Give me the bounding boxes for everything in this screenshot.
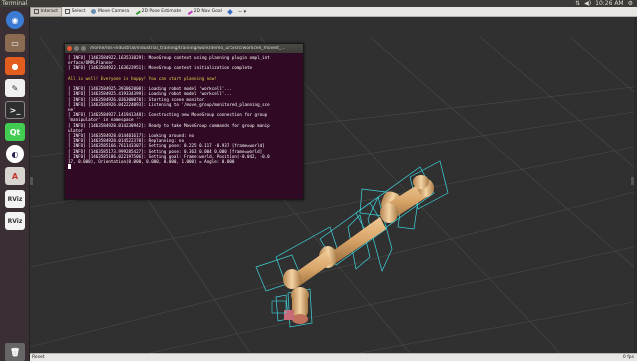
qt-creator-icon[interactable]: Qt [5,123,25,141]
trash-icon[interactable]: 🗑 [5,343,25,361]
terminal-cursor [68,164,71,170]
interact-tool[interactable]: Interact [30,6,63,17]
more-tools-button[interactable]: − ▾ [235,7,249,17]
select-label: Select [71,9,86,14]
pose-estimate-tool[interactable]: 2D Pose Estimate [132,7,184,17]
rviz-icon[interactable]: RViz [5,212,25,230]
terminal-window[interactable]: /home/ros-industrial/industrial_training… [64,43,304,200]
move-camera-icon [91,9,97,14]
terminal-output[interactable]: [ INFO] [1463584922.163531029]: MoveGrou… [68,55,302,199]
minimize-icon[interactable] [74,46,79,51]
reset-button[interactable]: Reset [32,355,45,360]
publish-point-icon [227,8,233,15]
more-tools-icon: − ▾ [237,8,247,15]
pose-estimate-label: 2D Pose Estimate [141,9,182,14]
nav-goal-icon [186,8,194,15]
select-icon [65,9,71,14]
rviz-icon[interactable]: RViz [5,190,25,208]
active-app-title: Terminal [2,0,28,7]
left-panel-collapse-handle[interactable] [30,177,33,185]
terminal-titlebar[interactable]: /home/ros-industrial/industrial_training… [65,44,303,53]
launcher: ◉ ▭ ● ✎ >_ Qt ◐ A RViz RViz 🗑 [0,7,30,361]
status-bar: Reset 0 fps [30,353,637,361]
publish-point-tool[interactable] [225,7,235,17]
indicator-area: ⇅ ◀) 10:26 AM ⚙ [575,0,633,7]
firefox-icon[interactable]: ● [5,57,25,75]
right-panel-collapse-handle[interactable] [631,177,634,185]
file-manager-icon[interactable]: ▭ [5,34,25,52]
gear-icon[interactable]: ⚙ [628,0,633,7]
close-icon[interactable] [67,46,72,51]
text-editor-icon[interactable]: ✎ [5,79,25,97]
interact-icon [34,9,39,14]
clock[interactable]: 10:26 AM [595,0,623,7]
interact-label: Interact [40,9,59,14]
pose-estimate-icon [134,8,142,15]
network-icon[interactable]: ⇅ [575,0,580,7]
terminal-line: [ INFO] [1463584928.014230942]: Ready to… [68,122,270,128]
fps-readout: 0 fps [622,355,634,360]
terminal-line: [ INFO] [1463584926.042224093]: Listenin… [68,101,270,107]
move-camera-label: Move Camera [97,9,130,14]
nav-goal-label: 2D Nav Goal [193,9,222,14]
select-tool[interactable]: Select [62,7,88,17]
eclipse-icon[interactable]: ◐ [6,145,24,163]
maximize-icon[interactable] [81,46,86,51]
move-camera-tool[interactable]: Move Camera [88,7,132,17]
software-center-icon[interactable]: A [5,167,25,185]
terminal-title: /home/ros-industrial/industrial_training… [90,46,286,51]
nav-goal-tool[interactable]: 2D Nav Goal [184,7,225,17]
terminal-icon[interactable]: >_ [5,101,25,119]
ubuntu-dash-icon[interactable]: ◉ [6,11,24,29]
terminal-cursor-line [68,164,302,170]
rviz-toolbar: Interact Select Move Camera 2D Pose Esti… [30,6,637,17]
volume-icon[interactable]: ◀) [584,0,591,7]
